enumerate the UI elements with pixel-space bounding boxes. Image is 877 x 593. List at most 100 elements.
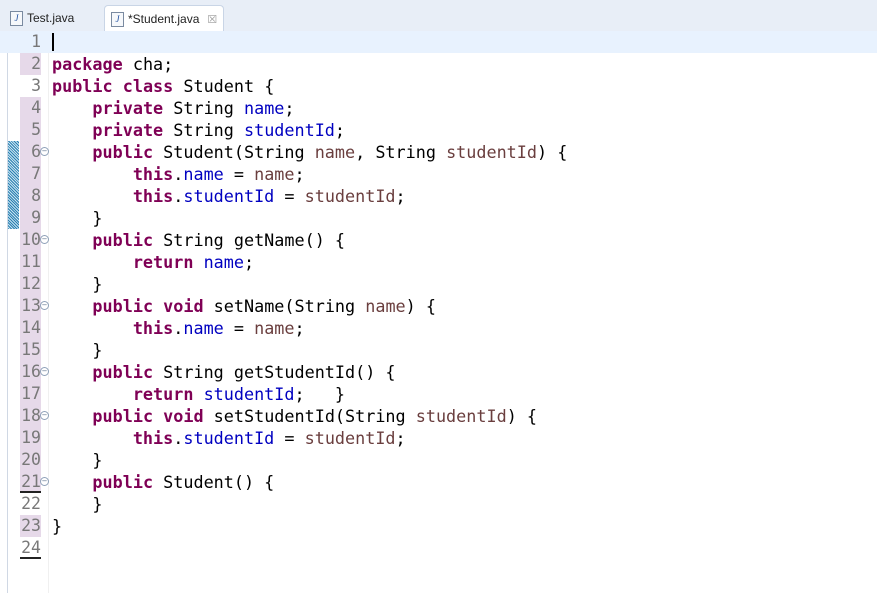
code-token: ; [334, 120, 346, 140]
line-number: 11 [20, 251, 41, 273]
line-number: 10 [20, 229, 41, 251]
code-line[interactable]: 18− public void setStudentId(String stud… [0, 405, 877, 427]
code-text: private String studentId; [52, 119, 345, 141]
code-text: } [52, 207, 103, 229]
parameter-token: studentId [446, 142, 537, 162]
line-number: 5 [20, 119, 41, 141]
keyword-token: class [122, 76, 174, 96]
code-line[interactable]: 23} [0, 515, 877, 537]
code-line[interactable]: 7 this.name = name; [0, 163, 877, 185]
code-token: = [274, 428, 305, 448]
parameter-token: name [254, 318, 295, 338]
parameter-token: studentId [304, 428, 396, 448]
field-token: name [243, 98, 285, 118]
code-token: Student() { [153, 472, 275, 492]
code-line[interactable]: 24 [0, 537, 877, 559]
code-line[interactable]: 12 } [0, 273, 877, 295]
code-token: setStudentId(String [203, 406, 416, 426]
code-token: } [52, 450, 103, 470]
line-number: 22 [21, 494, 41, 513]
keyword-token: public [92, 296, 154, 316]
tab-test-java[interactable]: J Test.java [4, 5, 80, 31]
code-token: Student(String [153, 142, 315, 162]
code-line[interactable]: 9 } [0, 207, 877, 229]
code-line[interactable]: 14 this.name = name; [0, 317, 877, 339]
code-line[interactable]: 22 } [0, 493, 877, 515]
code-line[interactable]: 11 return name; [0, 251, 877, 273]
code-line[interactable]: 21− public Student() { [0, 471, 877, 493]
code-line[interactable]: 8 this.studentId = studentId; [0, 185, 877, 207]
keyword-token: public [92, 142, 154, 162]
keyword-token: this [132, 428, 174, 448]
line-number: 16 [20, 361, 41, 383]
fold-collapse-icon[interactable]: − [40, 367, 49, 376]
code-text: public Student() { [52, 471, 274, 493]
code-token: String [163, 120, 244, 140]
code-line[interactable]: 13− public void setName(String name) { [0, 295, 877, 317]
keyword-token: return [132, 252, 194, 272]
line-number: 23 [20, 515, 41, 537]
code-token: = [223, 318, 255, 338]
code-line[interactable]: 16− public String getStudentId() { [0, 361, 877, 383]
line-number: 8 [20, 185, 41, 207]
code-line[interactable]: 15 } [0, 339, 877, 361]
code-line[interactable]: 19 this.studentId = studentId; [0, 427, 877, 449]
code-token: ) { [537, 142, 568, 162]
field-token: studentId [243, 120, 335, 140]
code-line[interactable]: 6− public Student(String name, String st… [0, 141, 877, 163]
code-token: } [52, 274, 103, 294]
fold-collapse-icon[interactable]: − [40, 147, 49, 156]
line-number: 20 [20, 449, 41, 471]
code-line[interactable]: 3 public class Student { [0, 75, 877, 97]
code-token: cha; [122, 54, 174, 74]
code-text: package cha; [52, 53, 173, 75]
fold-collapse-icon[interactable]: − [40, 235, 49, 244]
code-text: } [52, 339, 102, 361]
line-number: 18 [20, 405, 41, 427]
keyword-token: public [92, 230, 154, 250]
fold-collapse-icon[interactable]: − [40, 477, 49, 486]
parameter-token: name [254, 164, 295, 184]
code-line[interactable]: 1 [0, 31, 877, 53]
parameter-token: name [314, 142, 356, 162]
code-token: String getName() { [153, 230, 346, 250]
code-token: ; [395, 186, 406, 206]
parameter-token: name [365, 296, 406, 316]
line-number: 12 [20, 273, 41, 295]
editor-tab-bar: J Test.java J *Student.java ☒ [0, 0, 877, 32]
tab-student-java[interactable]: J *Student.java ☒ [104, 5, 225, 32]
keyword-token: public [92, 362, 154, 382]
parameter-token: studentId [304, 186, 396, 206]
code-token: } [52, 208, 103, 228]
code-line[interactable]: 10− public String getName() { [0, 229, 877, 251]
line-number: 19 [20, 427, 41, 449]
close-tab-icon[interactable]: ☒ [207, 13, 217, 26]
field-token: name [203, 252, 244, 272]
code-token: ) { [506, 406, 537, 426]
code-text: return studentId; } [52, 383, 345, 405]
code-line[interactable]: 2 package cha; [0, 53, 877, 75]
keyword-token: public [52, 76, 113, 96]
code-line[interactable]: 4 private String name; [0, 97, 877, 119]
code-token: ; [395, 428, 406, 448]
code-text: public void setName(String name) { [52, 295, 436, 317]
code-line[interactable]: 17 return studentId; } [0, 383, 877, 405]
code-token: . [173, 318, 184, 338]
code-editor[interactable]: 1 2 package cha; 3 public class Student {4 p… [0, 31, 877, 593]
fold-collapse-icon[interactable]: − [40, 301, 49, 310]
parameter-token: studentId [415, 406, 507, 426]
code-token: ; [243, 252, 255, 272]
code-text: this.name = name; [52, 317, 305, 339]
java-file-icon: J [111, 11, 124, 27]
code-line[interactable]: 20 } [0, 449, 877, 471]
code-line[interactable]: 5 private String studentId; [0, 119, 877, 141]
fold-collapse-icon[interactable]: − [40, 411, 49, 420]
